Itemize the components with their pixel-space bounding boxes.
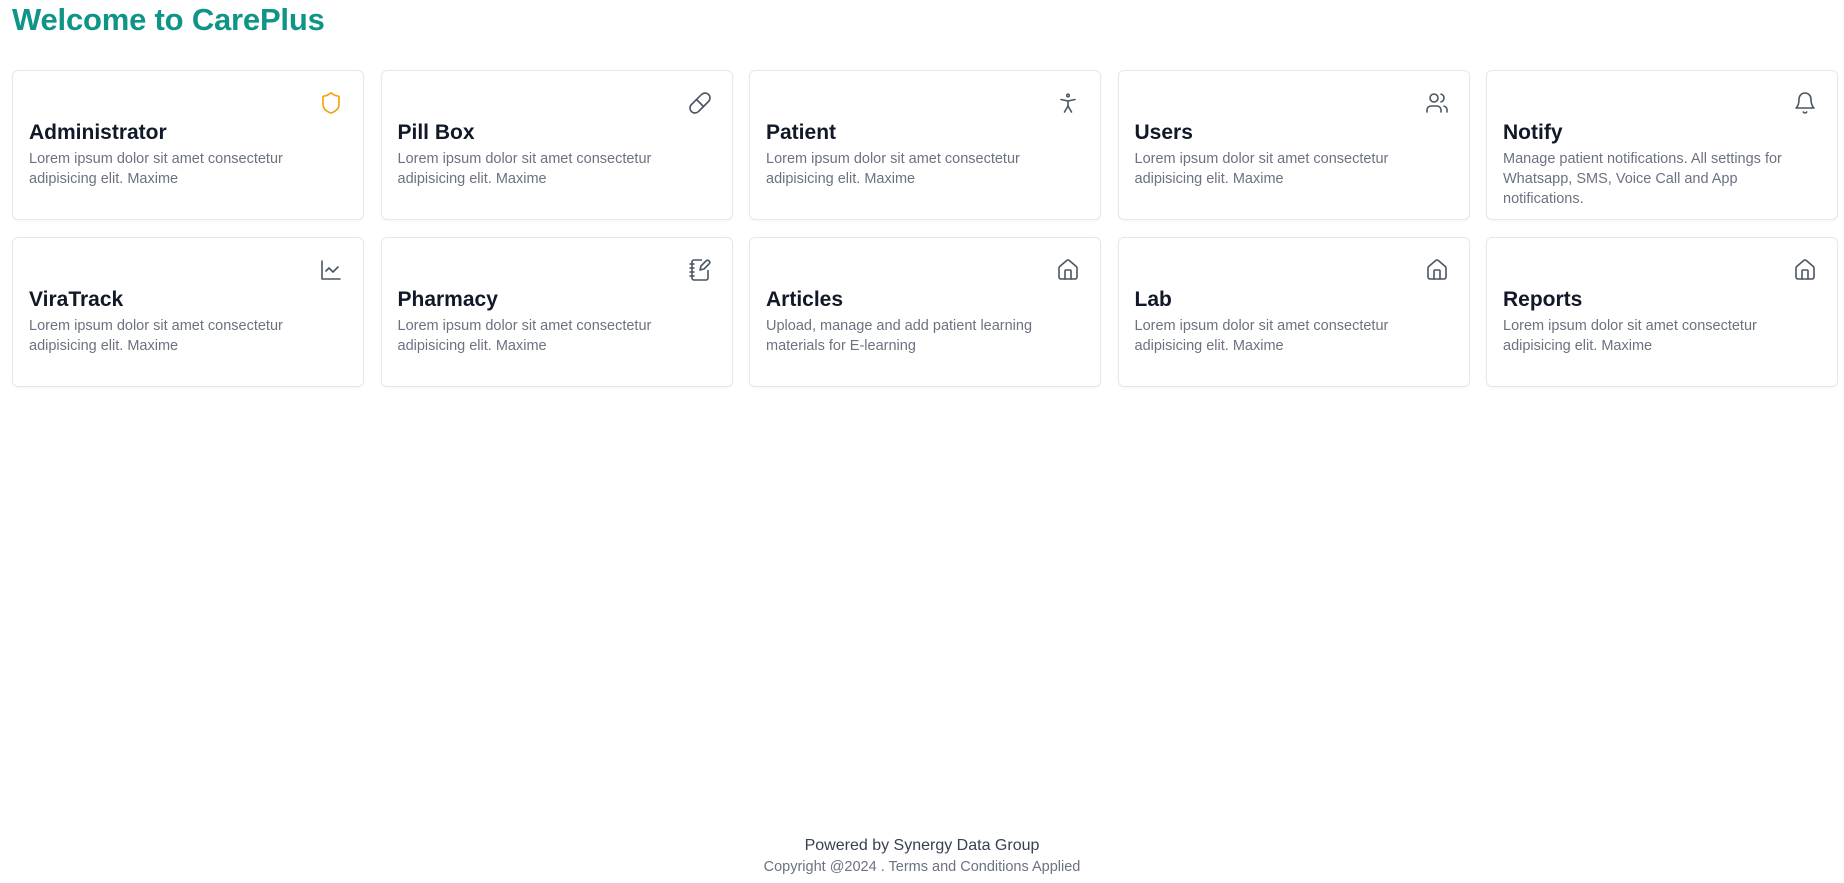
page: Welcome to CarePlus Administrator Lorem … bbox=[0, 0, 1844, 883]
card-articles[interactable]: Articles Upload, manage and add patient … bbox=[749, 237, 1101, 387]
card-title: Pharmacy bbox=[397, 288, 498, 311]
card-description: Lorem ipsum dolor sit amet consectetur a… bbox=[29, 151, 283, 187]
card-title: Patient bbox=[766, 121, 837, 144]
card-title: Lab bbox=[1134, 288, 1172, 311]
home-icon bbox=[1793, 258, 1817, 282]
card-description: Lorem ipsum dolor sit amet consectetur a… bbox=[29, 318, 283, 354]
card-notify[interactable]: Notify Manage patient notifications. All… bbox=[1486, 70, 1838, 220]
module-grid: Administrator Lorem ipsum dolor sit amet… bbox=[12, 70, 1838, 387]
card-title: Pill Box bbox=[397, 121, 475, 144]
users-icon bbox=[1425, 91, 1449, 115]
footer-powered-by: Powered by Synergy Data Group bbox=[804, 837, 1040, 854]
card-lab[interactable]: Lab Lorem ipsum dolor sit amet consectet… bbox=[1117, 237, 1470, 387]
card-users[interactable]: Users Lorem ipsum dolor sit amet consect… bbox=[1117, 70, 1470, 220]
card-title: Articles bbox=[766, 288, 844, 311]
card-description: Upload, manage and add patient learning … bbox=[766, 318, 1033, 354]
card-description: Lorem ipsum dolor sit amet consectetur a… bbox=[397, 151, 652, 187]
card-title: Users bbox=[1134, 121, 1193, 144]
card-description: Lorem ipsum dolor sit amet consectetur a… bbox=[766, 151, 1020, 187]
card-title: Notify bbox=[1503, 121, 1563, 144]
accessibility-icon bbox=[1056, 91, 1080, 115]
footer-copyright: Copyright @2024 . Terms and Conditions A… bbox=[763, 859, 1081, 875]
card-title: ViraTrack bbox=[29, 288, 124, 311]
card-patient[interactable]: Patient Lorem ipsum dolor sit amet conse… bbox=[749, 70, 1101, 220]
card-description: Lorem ipsum dolor sit amet consectetur a… bbox=[1503, 318, 1757, 354]
notebook-pen-icon bbox=[688, 258, 712, 282]
bell-icon bbox=[1793, 91, 1817, 115]
home-icon bbox=[1425, 258, 1449, 282]
card-pharmacy[interactable]: Pharmacy Lorem ipsum dolor sit amet cons… bbox=[380, 237, 733, 387]
shield-icon bbox=[319, 91, 343, 115]
page-title: Welcome to CarePlus bbox=[12, 2, 325, 37]
home-icon bbox=[1056, 258, 1080, 282]
card-description: Lorem ipsum dolor sit amet consectetur a… bbox=[1134, 318, 1389, 354]
card-pill-box[interactable]: Pill Box Lorem ipsum dolor sit amet cons… bbox=[380, 70, 733, 220]
card-administrator[interactable]: Administrator Lorem ipsum dolor sit amet… bbox=[12, 70, 364, 220]
card-viratrack[interactable]: ViraTrack Lorem ipsum dolor sit amet con… bbox=[12, 237, 364, 387]
card-title: Administrator bbox=[29, 121, 167, 144]
card-description: Manage patient notifications. All settin… bbox=[1503, 151, 1782, 207]
card-title: Reports bbox=[1503, 288, 1583, 311]
line-chart-icon bbox=[319, 258, 343, 282]
card-description: Lorem ipsum dolor sit amet consectetur a… bbox=[1134, 151, 1389, 187]
footer: Powered by Synergy Data Group Copyright … bbox=[0, 836, 1844, 877]
pill-icon bbox=[688, 91, 712, 115]
card-reports[interactable]: Reports Lorem ipsum dolor sit amet conse… bbox=[1486, 237, 1838, 387]
card-description: Lorem ipsum dolor sit amet consectetur a… bbox=[397, 318, 652, 354]
